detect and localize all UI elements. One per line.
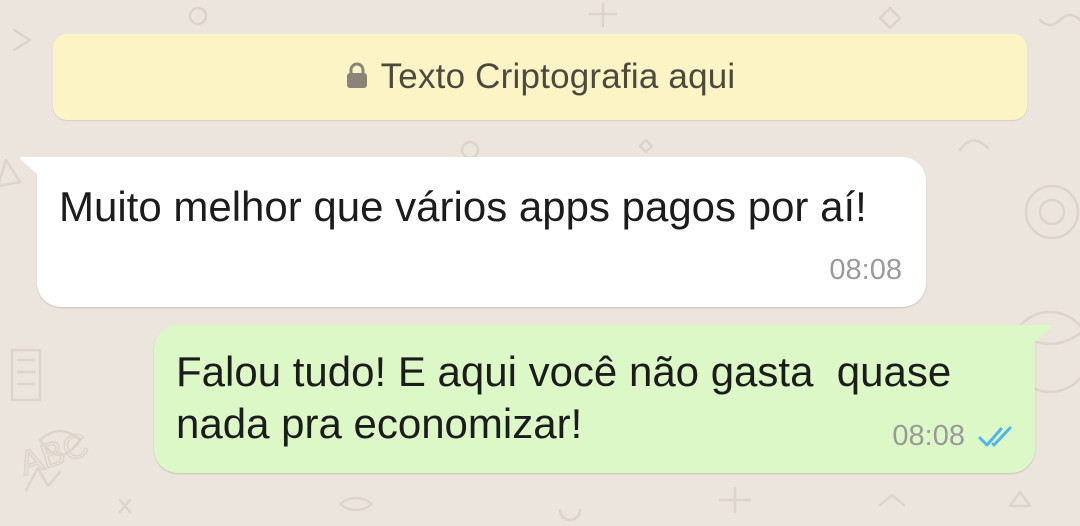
incoming-message-bubble[interactable]: Muito melhor que vários apps pagos por a… xyxy=(20,157,926,307)
message-time: 08:08 xyxy=(892,420,965,452)
outgoing-message-bubble[interactable]: Falou tudo! E aqui você não gasta quase … xyxy=(154,325,1052,473)
bubble-tail xyxy=(20,157,45,181)
message-text: Falou tudo! E aqui você não gasta quase … xyxy=(176,348,963,447)
double-check-icon xyxy=(978,426,1012,446)
encryption-notice-text: Texto Criptografia aqui xyxy=(380,57,736,96)
lock-icon xyxy=(346,62,367,88)
message-time: 08:08 xyxy=(829,254,902,286)
bubble-tail xyxy=(1027,325,1052,349)
message-meta: 08:08 xyxy=(829,254,902,287)
encryption-notice-banner[interactable]: Texto Criptografia aqui xyxy=(53,34,1027,120)
message-meta: 08:08 xyxy=(892,420,1017,453)
message-text: Muito melhor que vários apps pagos por a… xyxy=(59,183,867,230)
svg-text:ABC: ABC xyxy=(15,426,93,484)
